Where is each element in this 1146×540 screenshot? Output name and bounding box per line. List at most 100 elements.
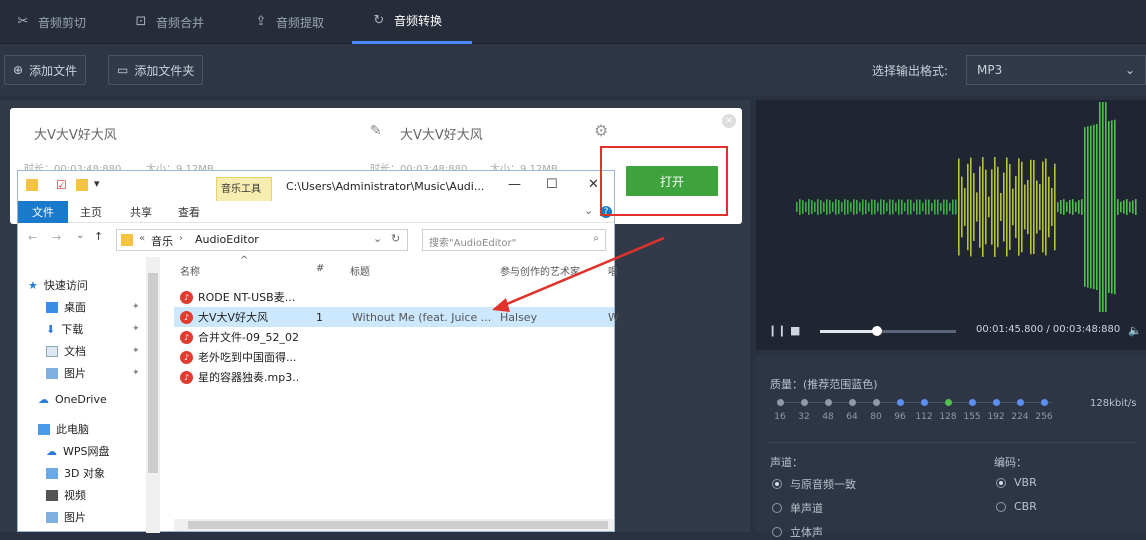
waveform-bar	[961, 176, 963, 238]
waveform-bar	[1030, 159, 1032, 255]
waveform-bar	[1048, 176, 1050, 238]
waveform-bar	[1078, 200, 1080, 214]
channel-original-radio[interactable]: 与原音频一致	[772, 476, 856, 492]
waveform-bar	[859, 202, 861, 212]
waveform-bar	[976, 192, 978, 222]
settings-panel: 质量：(推荐范围蓝色) 128kbit/s 16 32 48 64 80 96 112 128…	[756, 356, 1146, 539]
encoding-cbr-radio[interactable]: CBR	[996, 500, 1037, 513]
waveform-bar	[874, 199, 876, 215]
waveform-bar	[853, 199, 855, 215]
waveform-bar	[814, 202, 816, 212]
waveform-bar	[841, 202, 843, 212]
waveform-bar	[967, 163, 969, 251]
quality-tick-label: 80	[870, 412, 882, 422]
quality-tick-dot[interactable]	[969, 399, 976, 406]
quality-tick-dot[interactable]	[849, 399, 856, 406]
quality-tick-label: 155	[963, 412, 981, 422]
waveform-bar	[1003, 172, 1005, 242]
waveform-bar	[850, 202, 852, 212]
progress-knob[interactable]	[872, 326, 883, 336]
quality-tick-label: 96	[894, 412, 906, 422]
waveform-bar	[1009, 164, 1011, 250]
quality-tick-dot[interactable]	[897, 399, 904, 406]
waveform-bar	[826, 199, 828, 215]
radio-circle	[772, 527, 782, 537]
quality-tick-dot[interactable]	[993, 399, 1000, 406]
quality-tick-dot[interactable]	[801, 399, 808, 406]
pause-icon[interactable]: ❙❙	[768, 324, 786, 337]
waveform-bar	[991, 169, 993, 245]
waveform-bar	[1060, 200, 1062, 214]
waveform-bar	[808, 199, 810, 215]
waveform-bar	[1114, 119, 1116, 295]
waveform-bar	[871, 199, 873, 215]
waveform-bar	[1063, 199, 1065, 215]
waveform-bar	[1018, 158, 1020, 256]
quality-tick-label: 112	[915, 412, 933, 422]
waveform-bar	[883, 199, 885, 215]
waveform-bar	[1057, 202, 1059, 212]
waveform-bar	[796, 201, 798, 213]
waveform-bar	[847, 199, 849, 215]
waveform-bar	[1033, 159, 1035, 255]
waveform-bar	[1069, 200, 1071, 214]
waveform-bar	[805, 201, 807, 213]
waveform-bar	[946, 199, 948, 215]
waveform-bar	[880, 199, 882, 215]
waveform-bar	[907, 199, 909, 215]
waveform-bar	[889, 199, 891, 215]
quality-tick-dot[interactable]	[921, 399, 928, 406]
waveform-bar	[904, 202, 906, 212]
waveform	[796, 102, 1137, 312]
quality-tick-label: 48	[822, 412, 834, 422]
waveform-bar	[886, 202, 888, 212]
waveform-bar	[802, 200, 804, 214]
quality-tick-dot[interactable]	[777, 399, 784, 406]
quality-tick-dot[interactable]	[1017, 399, 1024, 406]
progress-fill	[820, 330, 878, 333]
waveform-bar	[1096, 124, 1098, 290]
quality-tick-label: 192	[987, 412, 1005, 422]
waveform-bar	[994, 157, 996, 257]
waveform-bar	[1036, 180, 1038, 234]
quality-tick-dot[interactable]	[1041, 399, 1048, 406]
quality-tick-dot[interactable]	[873, 399, 880, 406]
waveform-bar	[862, 199, 864, 215]
quality-tick-label: 32	[798, 412, 810, 422]
waveform-bar	[1090, 125, 1092, 289]
volume-icon[interactable]: 🔈	[1128, 324, 1142, 337]
waveform-bar	[1045, 158, 1047, 256]
waveform-bar	[1072, 199, 1074, 215]
waveform-bar	[1006, 157, 1008, 257]
quality-tick-dot[interactable]	[825, 399, 832, 406]
stop-icon[interactable]: ■	[790, 324, 800, 337]
quality-tick-label: 16	[774, 412, 786, 422]
channel-stereo-radio[interactable]: 立体声	[772, 524, 823, 540]
waveform-bar	[958, 158, 960, 256]
waveform-bar	[1012, 188, 1014, 226]
encoding-vbr-radio[interactable]: VBR	[996, 476, 1037, 489]
waveform-bar	[937, 199, 939, 215]
progress-slider[interactable]	[820, 326, 956, 336]
waveform-bar	[838, 199, 840, 215]
waveform-bar	[943, 199, 945, 215]
waveform-bar	[982, 157, 984, 257]
waveform-bar	[1039, 183, 1041, 231]
channel-mono-radio[interactable]: 单声道	[772, 500, 823, 516]
radio-circle	[996, 501, 1006, 512]
quality-tick-dot[interactable]	[945, 399, 952, 406]
bitrate-value: 128kbit/s	[1090, 398, 1137, 409]
radio-circle	[772, 479, 782, 489]
waveform-bar	[916, 199, 918, 215]
waveform-bar	[811, 200, 813, 214]
waveform-bar	[1081, 199, 1083, 215]
waveform-bar	[868, 202, 870, 212]
quality-tick-label: 256	[1035, 412, 1053, 422]
waveform-bar	[1051, 188, 1053, 226]
quality-slider-track[interactable]	[780, 402, 1052, 403]
waveform-bar	[1021, 161, 1023, 253]
waveform-bar	[1066, 202, 1068, 212]
waveform-bar	[1015, 176, 1017, 238]
waveform-bar	[877, 202, 879, 212]
waveform-bar	[964, 188, 966, 226]
